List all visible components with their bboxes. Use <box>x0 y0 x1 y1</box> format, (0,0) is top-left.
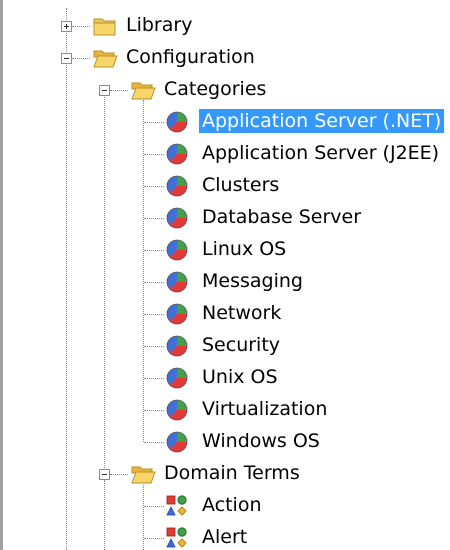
pie-chart-icon <box>166 367 188 389</box>
tree-node-library[interactable]: Library <box>123 13 195 37</box>
tree-node-category-item[interactable]: Messaging <box>199 269 306 293</box>
pie-chart-icon <box>166 399 188 421</box>
pie-chart-icon <box>166 303 188 325</box>
tree-connector <box>110 474 128 475</box>
tree-node-configuration[interactable]: Configuration <box>123 45 258 69</box>
pie-chart-icon <box>166 335 188 357</box>
tree-connector <box>144 506 164 507</box>
tree-connector <box>72 58 90 59</box>
tree-node-category-item[interactable]: Database Server <box>199 205 364 229</box>
collapse-toggle-domain-terms[interactable] <box>99 469 110 480</box>
tree-node-category-item[interactable]: Linux OS <box>199 237 289 261</box>
collapse-toggle-categories[interactable] <box>99 85 110 96</box>
tree-node-category-item[interactable]: Application Server (J2EE) <box>199 141 442 165</box>
folder-open-icon <box>93 50 118 68</box>
tree-guide-line <box>143 485 144 550</box>
tree-guide-line <box>143 100 144 442</box>
tree-node-domain-term-item[interactable]: Alert <box>199 525 250 549</box>
folder-open-icon <box>131 82 156 100</box>
tree-connector <box>144 218 164 219</box>
tree-node-categories[interactable]: Categories <box>161 77 269 101</box>
tree-node-domain-terms[interactable]: Domain Terms <box>161 461 303 485</box>
tree-connector <box>144 282 164 283</box>
tree-connector <box>144 346 164 347</box>
tree-node-category-item[interactable]: Unix OS <box>199 365 281 389</box>
shapes-icon <box>166 527 187 548</box>
tree-node-category-item[interactable]: Virtualization <box>199 397 330 421</box>
folder-icon <box>93 18 116 36</box>
tree-node-category-item[interactable]: Clusters <box>199 173 282 197</box>
tree-connector <box>144 410 164 411</box>
pie-chart-icon <box>166 111 188 133</box>
navigation-tree[interactable]: Library Configuration Categories Applica… <box>0 0 450 550</box>
collapse-toggle-configuration[interactable] <box>61 53 72 64</box>
pie-chart-icon <box>166 239 188 261</box>
tree-connector <box>144 378 164 379</box>
tree-connector <box>144 186 164 187</box>
tree-connector <box>72 26 90 27</box>
tree-connector <box>144 250 164 251</box>
folder-open-icon <box>131 466 156 484</box>
pie-chart-icon <box>166 175 188 197</box>
tree-connector <box>144 154 164 155</box>
tree-connector <box>144 122 164 123</box>
tree-node-domain-term-item[interactable]: Action <box>199 493 265 517</box>
tree-connector <box>110 90 128 91</box>
pie-chart-icon <box>166 143 188 165</box>
tree-node-category-item[interactable]: Security <box>199 333 283 357</box>
tree-guide-line <box>104 480 105 550</box>
pie-chart-icon <box>166 207 188 229</box>
pie-chart-icon <box>166 431 188 453</box>
tree-node-category-item[interactable]: Windows OS <box>199 429 323 453</box>
pie-chart-icon <box>166 271 188 293</box>
expand-toggle-library[interactable] <box>61 21 72 32</box>
tree-guide-line <box>66 60 67 550</box>
shapes-icon <box>166 495 187 516</box>
tree-node-category-item[interactable]: Network <box>199 301 284 325</box>
tree-connector <box>144 538 164 539</box>
tree-guide-line <box>104 94 105 474</box>
tree-connector <box>144 442 164 443</box>
tree-connector <box>144 314 164 315</box>
tree-node-category-item[interactable]: Application Server (.NET) <box>199 109 445 133</box>
